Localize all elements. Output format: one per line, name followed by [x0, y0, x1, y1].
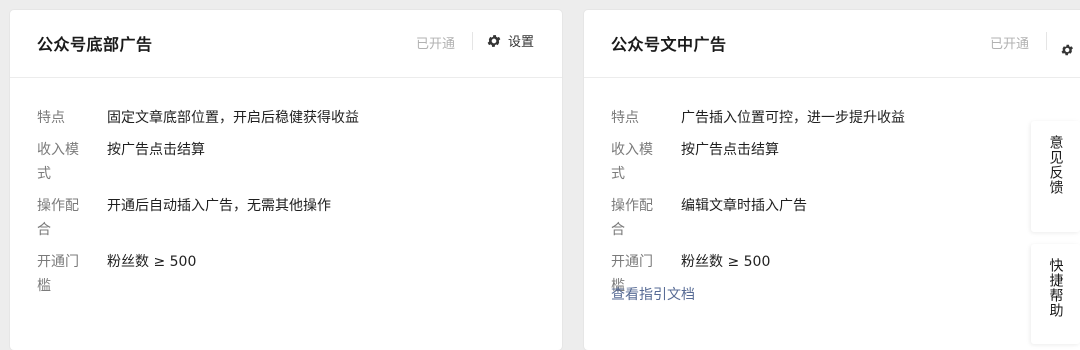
info-label: 收入模式 [611, 142, 653, 182]
info-value: 按广告点击结算 [681, 142, 779, 158]
info-row: 操作配合 开通后自动插入广告，无需其他操作 [37, 194, 359, 242]
info-value: 开通后自动插入广告，无需其他操作 [107, 198, 331, 214]
info-row: 收入模式 按广告点击结算 [37, 138, 359, 186]
info-label: 特点 [611, 110, 639, 126]
info-rows: 特点 固定文章底部位置，开启后稳健获得收益 收入模式 按广告点击结算 操作配合 … [37, 106, 359, 306]
settings-button[interactable]: 设置 [1060, 31, 1080, 69]
header-divider [472, 32, 473, 50]
info-value: 按广告点击结算 [107, 142, 205, 158]
info-value: 粉丝数 ≥ 500 [107, 254, 197, 270]
quick-help-button[interactable]: 快捷帮助 [1031, 244, 1080, 344]
card-title: 公众号底部广告 [37, 35, 153, 54]
card-title: 公众号文中广告 [611, 35, 727, 54]
feedback-button[interactable]: 意见反馈 [1031, 121, 1080, 232]
info-row: 收入模式 按广告点击结算 [611, 138, 905, 186]
status-text: 已开通 [990, 37, 1030, 52]
quick-help-label: 快捷帮助 [1047, 258, 1064, 318]
info-label: 操作配合 [37, 198, 79, 238]
info-value: 编辑文章时插入广告 [681, 198, 807, 214]
status-text: 已开通 [416, 37, 456, 52]
card-header: 公众号文中广告 已开通 设置 [584, 10, 1080, 78]
info-row: 开通门槛 粉丝数 ≥ 500 [37, 250, 359, 298]
info-value: 固定文章底部位置，开启后稳健获得收益 [107, 110, 359, 126]
settings-label: 设置 [508, 35, 535, 50]
feedback-label: 意见反馈 [1047, 135, 1064, 195]
info-row: 操作配合 编辑文章时插入广告 [611, 194, 905, 242]
ad-card-inline: 公众号文中广告 已开通 设置 特点 广告插入位置可控，进一步提升收益 收入模式 … [584, 10, 1080, 350]
info-rows: 特点 广告插入位置可控，进一步提升收益 收入模式 按广告点击结算 操作配合 编辑… [611, 106, 905, 306]
info-value: 广告插入位置可控，进一步提升收益 [681, 110, 905, 126]
settings-button[interactable]: 设置 [486, 31, 534, 50]
guide-doc-link[interactable]: 查看指引文档 [611, 284, 695, 304]
header-divider [1046, 32, 1047, 50]
info-label: 收入模式 [37, 142, 79, 182]
info-row: 特点 固定文章底部位置，开启后稳健获得收益 [37, 106, 359, 130]
ad-card-bottom: 公众号底部广告 已开通 设置 特点 固定文章底部位置，开启后稳健获得收益 收入模… [10, 10, 562, 350]
gear-icon [1061, 44, 1073, 56]
card-header: 公众号底部广告 已开通 设置 [10, 10, 562, 78]
info-label: 开通门槛 [37, 254, 79, 294]
gear-icon [487, 34, 501, 47]
info-label: 操作配合 [611, 198, 653, 238]
info-row: 特点 广告插入位置可控，进一步提升收益 [611, 106, 905, 130]
info-label: 特点 [37, 110, 65, 126]
